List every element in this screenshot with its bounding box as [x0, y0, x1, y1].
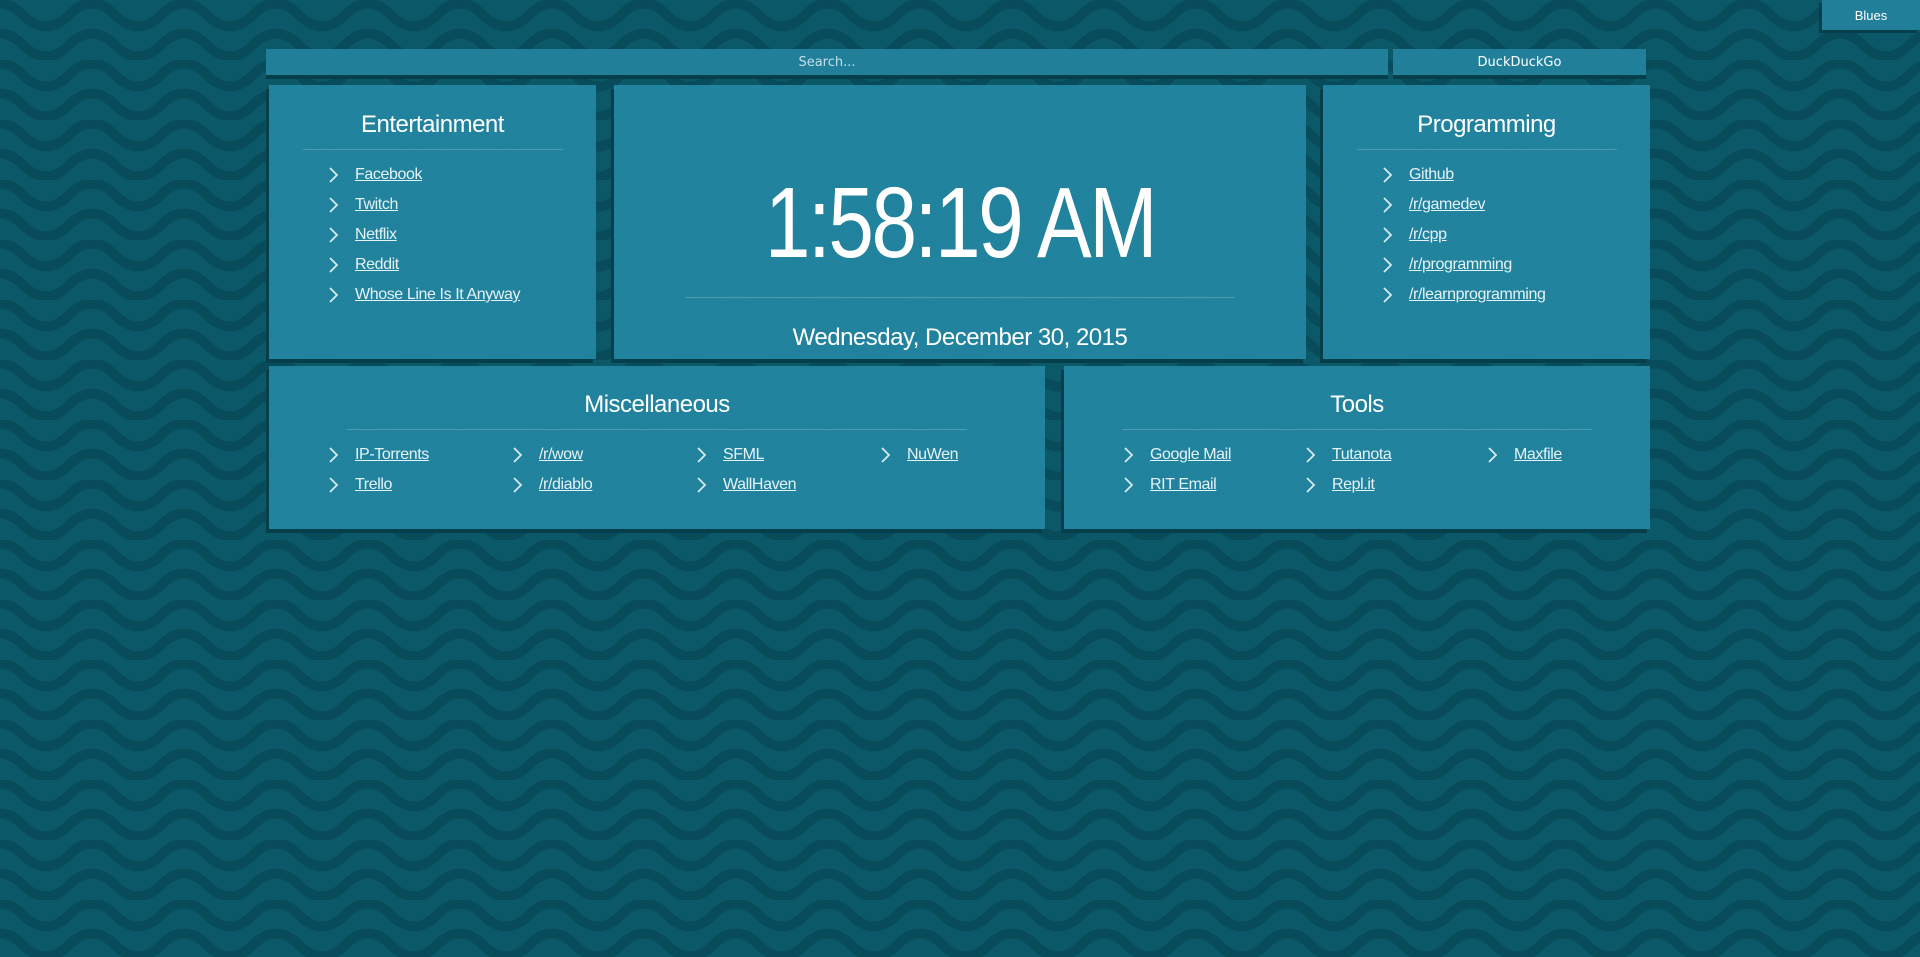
search-engine-button[interactable]: DuckDuckGo: [1393, 49, 1646, 75]
divider: [302, 149, 563, 150]
list-item: RIT Email: [1120, 470, 1302, 500]
list-item: /r/wow: [509, 440, 693, 470]
list-item: Github: [1379, 160, 1650, 190]
link-twitch[interactable]: Twitch: [355, 196, 398, 214]
chevron-right-icon: [329, 287, 339, 303]
search-input[interactable]: [266, 49, 1388, 75]
panel-title: Programming: [1417, 111, 1556, 138]
panel-title: Tools: [1330, 391, 1384, 418]
chevron-right-icon: [329, 257, 339, 273]
link-diablo[interactable]: /r/diablo: [539, 476, 593, 494]
miscellaneous-panel: Miscellaneous IP-Torrents /r/wow SFML Nu…: [269, 366, 1045, 529]
link-replit[interactable]: Repl.it: [1332, 476, 1375, 494]
link-sfml[interactable]: SFML: [723, 446, 764, 464]
divider: [685, 297, 1235, 298]
link-nuwen[interactable]: NuWen: [907, 446, 958, 464]
list-item: Whose Line Is It Anyway: [325, 280, 596, 310]
list-item: Reddit: [325, 250, 596, 280]
chevron-right-icon: [329, 227, 339, 243]
link-reddit[interactable]: Reddit: [355, 256, 399, 274]
list-item: IP-Torrents: [325, 440, 509, 470]
link-cpp[interactable]: /r/cpp: [1409, 226, 1447, 244]
chevron-right-icon: [1383, 257, 1393, 273]
list-item: /r/diablo: [509, 470, 693, 500]
list-item: /r/cpp: [1379, 220, 1650, 250]
entertainment-panel: Entertainment Facebook Twitch Netflix Re…: [269, 85, 596, 359]
link-facebook[interactable]: Facebook: [355, 166, 422, 184]
link-github[interactable]: Github: [1409, 166, 1454, 184]
link-rit-email[interactable]: RIT Email: [1150, 476, 1217, 494]
chevron-right-icon: [1306, 477, 1316, 493]
list-item: /r/programming: [1379, 250, 1650, 280]
list-item: Maxfile: [1484, 440, 1666, 470]
divider: [1122, 429, 1592, 430]
list-item: Netflix: [325, 220, 596, 250]
divider: [1356, 149, 1617, 150]
chevron-right-icon: [1124, 447, 1134, 463]
divider: [347, 429, 967, 430]
chevron-right-icon: [513, 477, 523, 493]
chevron-right-icon: [1383, 197, 1393, 213]
chevron-right-icon: [881, 447, 891, 463]
link-wallhaven[interactable]: WallHaven: [723, 476, 797, 494]
clock-date: Wednesday, December 30, 2015: [792, 324, 1128, 351]
tools-panel: Tools Google Mail Tutanota Maxfile RIT E…: [1064, 366, 1650, 529]
link-maxfile[interactable]: Maxfile: [1514, 446, 1562, 464]
list-item: WallHaven: [693, 470, 877, 500]
link-ip-torrents[interactable]: IP-Torrents: [355, 446, 429, 464]
chevron-right-icon: [697, 447, 707, 463]
link-learnprogramming[interactable]: /r/learnprogramming: [1409, 286, 1546, 304]
link-programming[interactable]: /r/programming: [1409, 256, 1512, 274]
chevron-right-icon: [1306, 447, 1316, 463]
list-item: Tutanota: [1302, 440, 1484, 470]
link-trello[interactable]: Trello: [355, 476, 392, 494]
list-item: Trello: [325, 470, 509, 500]
list-item: Twitch: [325, 190, 596, 220]
chevron-right-icon: [1383, 227, 1393, 243]
clock-time: 1:58:19 AM: [764, 167, 1158, 279]
link-google-mail[interactable]: Google Mail: [1150, 446, 1231, 464]
list-item: /r/gamedev: [1379, 190, 1650, 220]
theme-button[interactable]: Blues: [1822, 0, 1920, 30]
chevron-right-icon: [1383, 287, 1393, 303]
chevron-right-icon: [329, 197, 339, 213]
chevron-right-icon: [1124, 477, 1134, 493]
chevron-right-icon: [329, 167, 339, 183]
list-item: Google Mail: [1120, 440, 1302, 470]
chevron-right-icon: [1488, 447, 1498, 463]
chevron-right-icon: [697, 477, 707, 493]
list-item: NuWen: [877, 440, 1061, 470]
link-tutanota[interactable]: Tutanota: [1332, 446, 1392, 464]
link-whose-line[interactable]: Whose Line Is It Anyway: [355, 286, 521, 304]
programming-panel: Programming Github /r/gamedev /r/cpp /r/…: [1323, 85, 1650, 359]
chevron-right-icon: [329, 447, 339, 463]
panel-title: Entertainment: [361, 111, 504, 138]
link-netflix[interactable]: Netflix: [355, 226, 397, 244]
chevron-right-icon: [329, 477, 339, 493]
chevron-right-icon: [1383, 167, 1393, 183]
list-item: Repl.it: [1302, 470, 1484, 500]
link-wow[interactable]: /r/wow: [539, 446, 583, 464]
list-item: /r/learnprogramming: [1379, 280, 1650, 310]
chevron-right-icon: [513, 447, 523, 463]
list-item: Facebook: [325, 160, 596, 190]
panel-title: Miscellaneous: [584, 391, 730, 418]
link-gamedev[interactable]: /r/gamedev: [1409, 196, 1485, 214]
clock-panel: 1:58:19 AM Wednesday, December 30, 2015: [614, 85, 1306, 359]
list-item: SFML: [693, 440, 877, 470]
